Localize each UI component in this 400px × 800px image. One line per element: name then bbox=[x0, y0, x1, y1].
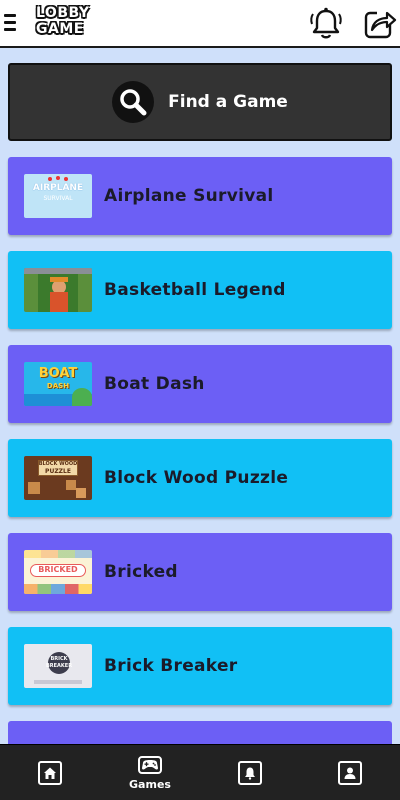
game-thumbnail-brick-breaker: BRICK BREAKER bbox=[24, 644, 92, 688]
profile-icon bbox=[338, 761, 362, 785]
logo-line-2: GAME bbox=[36, 21, 84, 37]
game-thumbnail-bricked: BRICKED bbox=[24, 550, 92, 594]
app-logo[interactable]: LOBBY GAME bbox=[36, 5, 92, 41]
notifications-bell-icon[interactable] bbox=[308, 6, 344, 42]
game-title: Airplane Survival bbox=[104, 186, 274, 206]
home-icon bbox=[38, 761, 62, 785]
gamepad-icon bbox=[137, 755, 163, 775]
nav-games-label: Games bbox=[129, 778, 171, 791]
thumbnail-subtext: BREAKER bbox=[45, 663, 73, 669]
game-thumbnail-airplane-survival: AIRPLANE SURVIVAL bbox=[24, 174, 92, 218]
nav-games[interactable]: Games bbox=[100, 745, 200, 800]
thumbnail-subtext: DASH bbox=[46, 382, 70, 390]
search-icon bbox=[112, 81, 155, 123]
bell-icon bbox=[238, 761, 262, 785]
game-title: Boat Dash bbox=[104, 374, 205, 394]
app-header: LOBBY GAME bbox=[0, 0, 400, 48]
game-title: Block Wood Puzzle bbox=[104, 468, 289, 488]
nav-home[interactable] bbox=[0, 745, 100, 800]
menu-icon[interactable] bbox=[4, 14, 16, 32]
game-thumbnail-block-wood-puzzle: BLOCK WOOD PUZZLE bbox=[24, 456, 92, 500]
thumbnail-subtext: PUZZLE bbox=[45, 468, 71, 475]
game-thumbnail-basketball-legend bbox=[24, 268, 92, 312]
game-title: Basketball Legend bbox=[104, 280, 286, 300]
nav-profile[interactable] bbox=[300, 745, 400, 800]
share-icon[interactable] bbox=[363, 6, 397, 40]
game-card-block-wood-puzzle[interactable]: BLOCK WOOD PUZZLE Block Wood Puzzle bbox=[8, 439, 392, 517]
nav-notifications[interactable] bbox=[200, 745, 300, 800]
thumbnail-text: AIRPLANE bbox=[32, 183, 84, 193]
logo-line-1: LOBBY bbox=[36, 5, 90, 21]
game-title: Brick Breaker bbox=[104, 656, 238, 676]
game-card-basketball-legend[interactable]: Basketball Legend bbox=[8, 251, 392, 329]
find-a-game-button[interactable]: Find a Game bbox=[8, 63, 392, 141]
game-card-bricked[interactable]: BRICKED Bricked bbox=[8, 533, 392, 611]
thumbnail-text: BRICK bbox=[50, 656, 68, 662]
thumbnail-text: BLOCK WOOD bbox=[38, 461, 78, 467]
game-card-boat-dash[interactable]: BOAT DASH Boat Dash bbox=[8, 345, 392, 423]
game-thumbnail-boat-dash: BOAT DASH bbox=[24, 362, 92, 406]
thumbnail-subtext: SURVIVAL bbox=[43, 195, 73, 202]
thumbnail-text: BRICKED bbox=[38, 565, 78, 574]
game-card-brick-breaker[interactable]: BRICK BREAKER Brick Breaker bbox=[8, 627, 392, 705]
find-a-game-label: Find a Game bbox=[168, 92, 288, 112]
bottom-navigation: Games bbox=[0, 744, 400, 800]
game-card-airplane-survival[interactable]: AIRPLANE SURVIVAL Airplane Survival bbox=[8, 157, 392, 235]
thumbnail-text: BOAT bbox=[38, 366, 78, 381]
game-title: Bricked bbox=[104, 562, 178, 582]
